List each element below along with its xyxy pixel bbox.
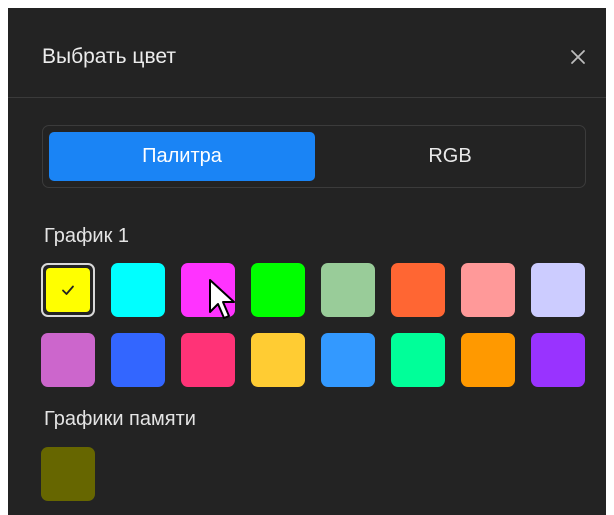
memory-row [41, 447, 95, 501]
color-swatch[interactable] [251, 333, 305, 387]
color-swatch[interactable] [321, 333, 375, 387]
close-icon [565, 44, 591, 70]
color-swatch[interactable] [531, 333, 585, 387]
color-swatch[interactable] [41, 333, 95, 387]
color-swatch[interactable] [181, 333, 235, 387]
section-label-memory-traces: Графики памяти [44, 408, 196, 430]
color-swatch[interactable] [111, 333, 165, 387]
color-swatch[interactable] [391, 263, 445, 317]
palette-row-1 [41, 263, 585, 317]
color-swatch[interactable] [461, 263, 515, 317]
dialog-title: Выбрать цвет [42, 45, 176, 68]
memory-color-swatch[interactable] [41, 447, 95, 501]
close-button[interactable] [565, 44, 591, 70]
check-icon [60, 282, 76, 298]
section-label-trace-1: График 1 [44, 225, 130, 247]
dialog-header: Выбрать цвет [8, 8, 606, 98]
color-swatch[interactable] [531, 263, 585, 317]
color-swatch[interactable] [41, 263, 95, 317]
color-swatch[interactable] [251, 263, 305, 317]
color-swatch[interactable] [461, 333, 515, 387]
tab-palette[interactable]: Палитра [49, 132, 315, 181]
color-picker-dialog: Выбрать цвет Палитра RGB График 1 График… [8, 8, 606, 515]
tab-rgb[interactable]: RGB [321, 132, 579, 181]
color-swatch[interactable] [181, 263, 235, 317]
mode-switch: Палитра RGB [42, 125, 586, 188]
color-swatch[interactable] [111, 263, 165, 317]
color-swatch[interactable] [391, 333, 445, 387]
palette-row-2 [41, 333, 585, 387]
color-swatch[interactable] [321, 263, 375, 317]
